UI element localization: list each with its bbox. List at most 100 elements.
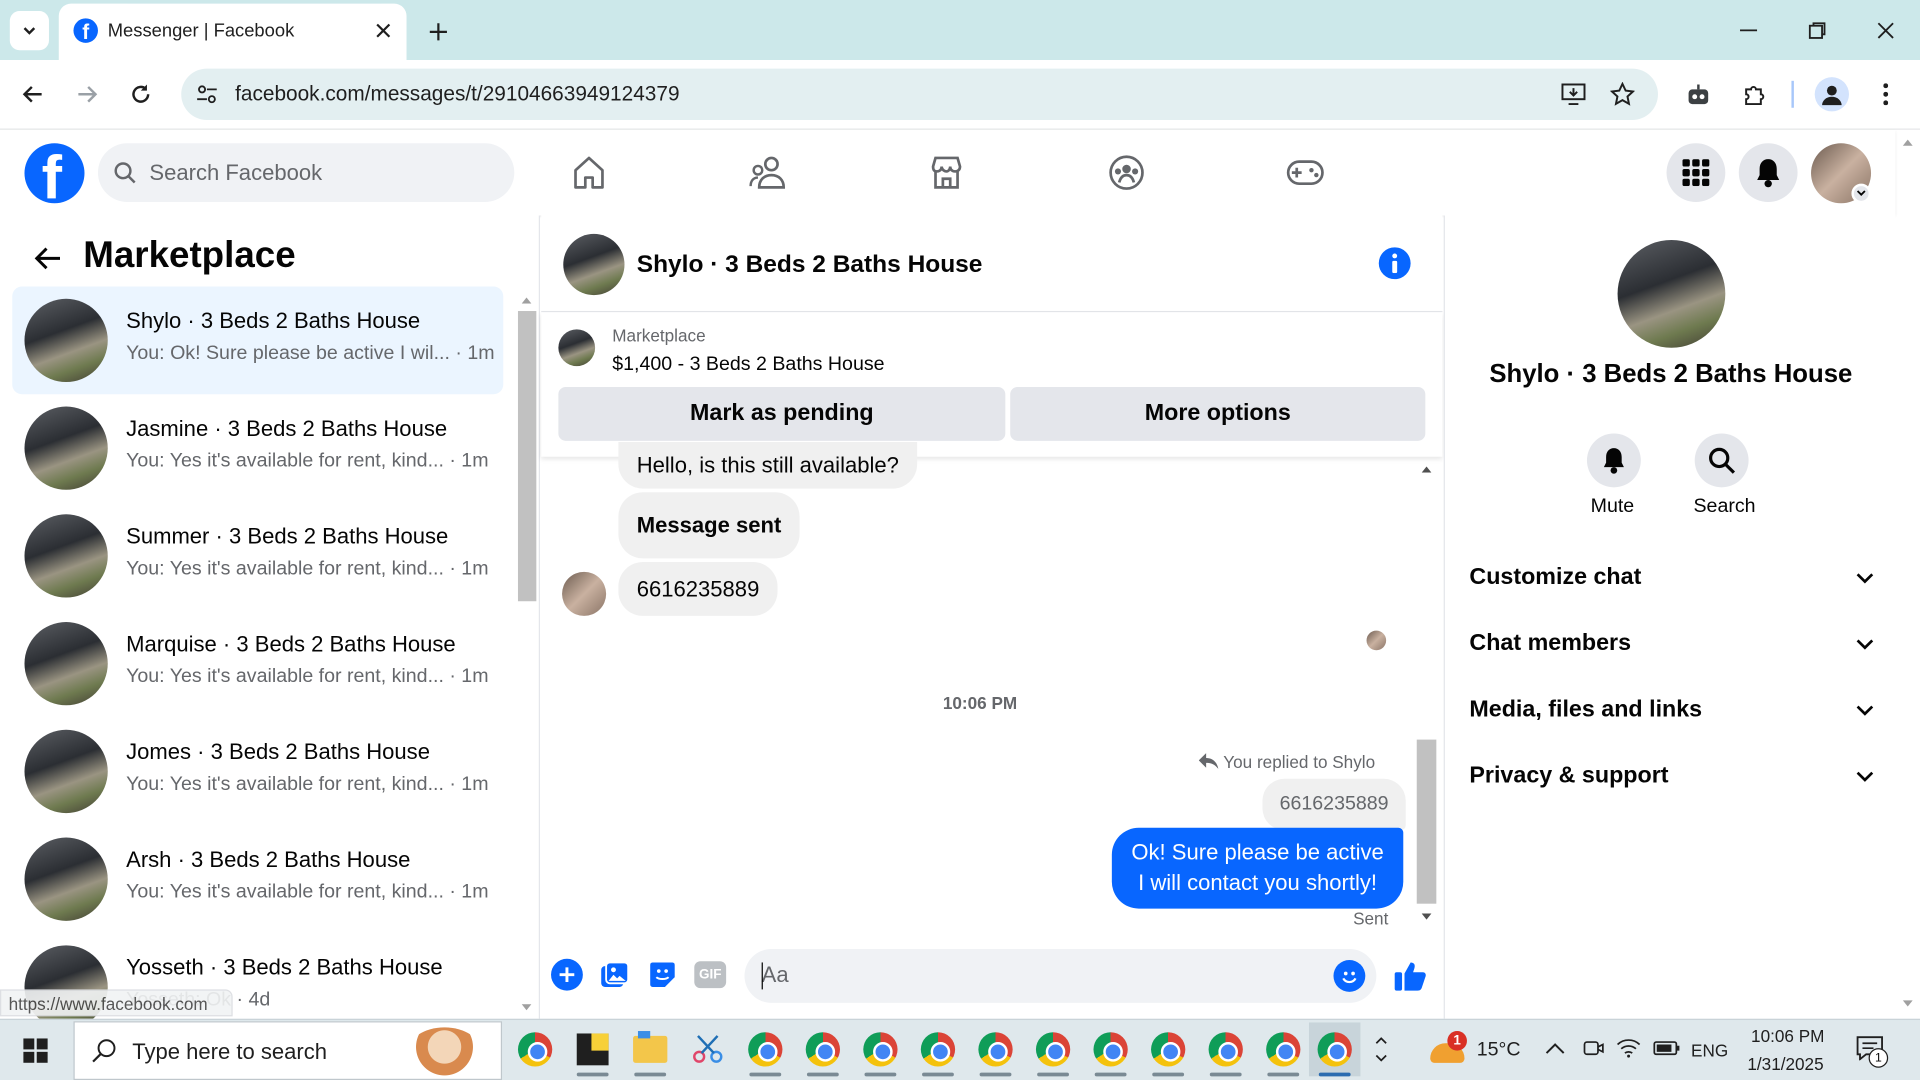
gif-icon[interactable]: GIF xyxy=(694,961,727,989)
more-options-button[interactable]: More options xyxy=(1010,386,1426,441)
scroll-up-icon[interactable] xyxy=(1421,465,1432,473)
battery-icon[interactable] xyxy=(1653,1041,1680,1056)
listing-text[interactable]: $1,400 - 3 Beds 2 Baths House xyxy=(612,354,884,376)
emoji-icon[interactable] xyxy=(1333,960,1366,992)
action-center[interactable]: 1 xyxy=(1856,1036,1889,1068)
taskbar-chrome-profile[interactable] xyxy=(1085,1022,1136,1077)
minimize-icon[interactable] xyxy=(1731,15,1765,47)
chat-title[interactable]: Shylo · 3 Beds 2 Baths House xyxy=(637,251,983,279)
conversation-item[interactable]: Jasmine · 3 Beds 2 Baths House You: Yes … xyxy=(12,394,503,502)
windows-start-icon[interactable] xyxy=(10,1026,61,1075)
account-chevron-icon[interactable] xyxy=(1851,183,1872,204)
add-plus-icon[interactable] xyxy=(551,958,583,991)
incoming-message[interactable]: Message sent xyxy=(618,492,800,559)
tab-search-button[interactable] xyxy=(9,11,49,51)
bookmark-star-icon[interactable] xyxy=(1607,80,1639,109)
chevron-up-icon[interactable] xyxy=(1375,1037,1387,1044)
media-files-links-row[interactable]: Media, files and links xyxy=(1469,686,1874,735)
taskbar-chrome-profile[interactable] xyxy=(912,1022,963,1077)
facebook-search-input[interactable]: Search Facebook xyxy=(97,143,515,203)
scroll-up-icon[interactable] xyxy=(1902,137,1914,147)
restore-icon[interactable] xyxy=(1800,15,1834,47)
weather-widget[interactable]: 1 xyxy=(1428,1031,1472,1068)
forward-arrow-icon[interactable] xyxy=(69,76,106,113)
nav-marketplace-icon[interactable] xyxy=(922,151,971,195)
new-tab-icon[interactable] xyxy=(421,15,455,49)
nav-groups-icon[interactable] xyxy=(1102,151,1151,195)
taskbar-chrome-profile[interactable] xyxy=(1258,1022,1309,1077)
taskbar-search-input[interactable]: Type here to search xyxy=(73,1021,503,1080)
taskbar-chrome-profile[interactable] xyxy=(740,1022,791,1077)
chevron-down-icon[interactable] xyxy=(1375,1054,1387,1062)
taskbar-chrome-profile[interactable] xyxy=(970,1022,1021,1077)
photo-icon[interactable] xyxy=(599,959,631,991)
taskbar-snipping-tool[interactable] xyxy=(682,1022,733,1076)
list-scrollbar-thumb[interactable] xyxy=(517,311,537,602)
list-scrollbar[interactable] xyxy=(516,288,537,1019)
notifications-bell-icon[interactable] xyxy=(1738,143,1798,203)
quoted-message[interactable]: 6616235889 xyxy=(1262,778,1406,831)
facebook-logo[interactable]: f xyxy=(24,143,85,204)
address-bar[interactable]: facebook.com/messages/t/2910466394912437… xyxy=(181,68,1658,121)
profile-icon[interactable] xyxy=(1814,77,1849,112)
conversation-item[interactable]: Shylo · 3 Beds 2 Baths House You: Ok! Su… xyxy=(12,286,504,395)
menu-grid-icon[interactable] xyxy=(1666,143,1726,203)
message-input[interactable]: Aa xyxy=(744,948,1377,1003)
taskbar-file-explorer[interactable] xyxy=(624,1022,675,1077)
url-text[interactable]: facebook.com/messages/t/2910466394912437… xyxy=(235,82,679,106)
language-indicator[interactable]: ENG xyxy=(1691,1041,1728,1061)
weather-temp[interactable]: 15°C xyxy=(1477,1040,1521,1062)
meet-now-icon[interactable] xyxy=(1582,1037,1604,1059)
browser-tab[interactable]: f Messenger | Facebook xyxy=(58,3,407,61)
clock-time[interactable]: 10:06 PM xyxy=(1751,1026,1824,1046)
taskbar-chrome-profile[interactable] xyxy=(855,1022,906,1077)
taskbar-chrome-profile[interactable] xyxy=(797,1022,848,1077)
close-tab-icon[interactable] xyxy=(370,17,397,44)
chat-members-row[interactable]: Chat members xyxy=(1469,620,1874,669)
taskbar-chrome-profile[interactable] xyxy=(1142,1022,1193,1077)
tray-chevron-up-icon[interactable] xyxy=(1545,1042,1565,1054)
chat-avatar[interactable] xyxy=(563,233,625,296)
conversation-item[interactable]: Marquise · 3 Beds 2 Baths House You: Yes… xyxy=(12,610,503,718)
chat-scrollbar[interactable] xyxy=(1416,460,1438,930)
conversation-item[interactable]: Jomes · 3 Beds 2 Baths House You: Yes it… xyxy=(12,718,503,826)
nav-gaming-icon[interactable] xyxy=(1281,151,1330,195)
outgoing-message[interactable]: Ok! Sure please be active I will contact… xyxy=(1111,827,1404,909)
taskbar-chrome-profile[interactable] xyxy=(1027,1022,1078,1077)
mute-bell-icon[interactable] xyxy=(1586,433,1641,488)
conversation-item[interactable]: Summer · 3 Beds 2 Baths House You: Yes i… xyxy=(12,502,503,610)
info-icon[interactable] xyxy=(1378,247,1411,280)
install-app-icon[interactable] xyxy=(1558,80,1590,109)
search-icon[interactable] xyxy=(1694,433,1749,488)
listing-thumbnail[interactable] xyxy=(558,329,596,367)
extensions-puzzle-icon[interactable] xyxy=(1739,78,1771,110)
conversation-item[interactable]: Arsh · 3 Beds 2 Baths House You: Yes it'… xyxy=(12,825,503,933)
details-avatar[interactable] xyxy=(1617,240,1726,348)
incoming-message[interactable]: 6616235889 xyxy=(618,562,778,616)
taskbar-sticky-notes[interactable] xyxy=(567,1022,618,1077)
nav-friends-icon[interactable] xyxy=(743,151,792,195)
customize-chat-row[interactable]: Customize chat xyxy=(1469,553,1874,602)
taskbar-chrome-profile[interactable] xyxy=(1200,1022,1251,1077)
close-window-icon[interactable] xyxy=(1869,15,1903,47)
assistant-robot-icon[interactable] xyxy=(1682,78,1714,110)
like-thumb-icon[interactable] xyxy=(1392,958,1429,995)
site-info-icon[interactable] xyxy=(193,81,220,108)
taskbar-chrome[interactable] xyxy=(509,1022,560,1076)
chat-scrollbar-thumb[interactable] xyxy=(1416,739,1437,904)
page-scrollbar[interactable] xyxy=(1895,129,1920,1019)
sender-avatar[interactable] xyxy=(562,571,607,616)
scroll-down-icon[interactable] xyxy=(1421,913,1432,920)
mark-as-pending-button[interactable]: Mark as pending xyxy=(558,386,1006,441)
reload-icon[interactable] xyxy=(122,76,159,113)
browser-menu-icon[interactable] xyxy=(1873,78,1897,110)
back-arrow-icon[interactable] xyxy=(29,240,66,277)
taskbar-scroll[interactable] xyxy=(1369,1024,1393,1075)
scroll-down-icon[interactable] xyxy=(1902,999,1914,1009)
nav-home-icon[interactable] xyxy=(564,151,613,195)
sticker-icon[interactable] xyxy=(647,959,679,991)
wifi-icon[interactable] xyxy=(1616,1038,1641,1058)
incoming-message[interactable]: Hello, is this still available? xyxy=(618,442,918,489)
privacy-support-row[interactable]: Privacy & support xyxy=(1469,752,1874,801)
clock-date[interactable]: 1/31/2025 xyxy=(1747,1054,1823,1074)
